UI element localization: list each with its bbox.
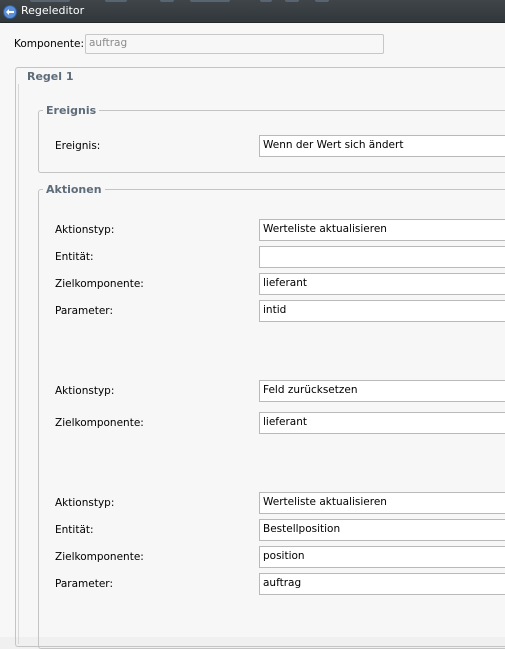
action-type-label: Aktionstyp:	[55, 497, 115, 509]
rule-editor-app-icon	[3, 5, 17, 19]
target-component-select[interactable]: lieferant	[259, 412, 505, 434]
rule-title: Regel 1	[24, 70, 77, 83]
component-label: Komponente:	[14, 38, 84, 50]
parameter-select[interactable]: auftrag	[259, 573, 505, 595]
event-label: Ereignis:	[55, 140, 101, 152]
window-title: Regeleditor	[21, 4, 85, 17]
target-component-label: Zielkomponente:	[55, 551, 144, 563]
target-component-select[interactable]: lieferant	[259, 273, 505, 295]
target-component-label: Zielkomponente:	[55, 417, 144, 429]
entity-label: Entität:	[55, 251, 94, 263]
background-toolbar-remnant	[30, 0, 350, 2]
parameter-label: Parameter:	[55, 578, 113, 590]
rule-group-inner-edge	[18, 84, 19, 644]
action-type-label: Aktionstyp:	[55, 385, 115, 397]
action-type-select[interactable]: Werteliste aktualisieren	[259, 219, 505, 241]
window-titlebar[interactable]: Regeleditor	[0, 0, 505, 23]
action-type-label: Aktionstyp:	[55, 224, 115, 236]
component-field[interactable]: auftrag	[85, 34, 384, 54]
entity-select[interactable]	[259, 246, 505, 268]
target-component-label: Zielkomponente:	[55, 278, 144, 290]
entity-select[interactable]: Bestellposition	[259, 519, 505, 541]
event-group-title: Ereignis	[43, 104, 100, 117]
entity-label: Entität:	[55, 524, 94, 536]
target-component-select[interactable]: position	[259, 546, 505, 568]
parameter-select[interactable]: intid	[259, 300, 505, 322]
action-type-select[interactable]: Werteliste aktualisieren	[259, 492, 505, 514]
action-type-select[interactable]: Feld zurücksetzen	[259, 380, 505, 402]
actions-group-title: Aktionen	[43, 183, 105, 196]
parameter-label: Parameter:	[55, 305, 113, 317]
event-select[interactable]: Wenn der Wert sich ändert	[259, 135, 505, 157]
